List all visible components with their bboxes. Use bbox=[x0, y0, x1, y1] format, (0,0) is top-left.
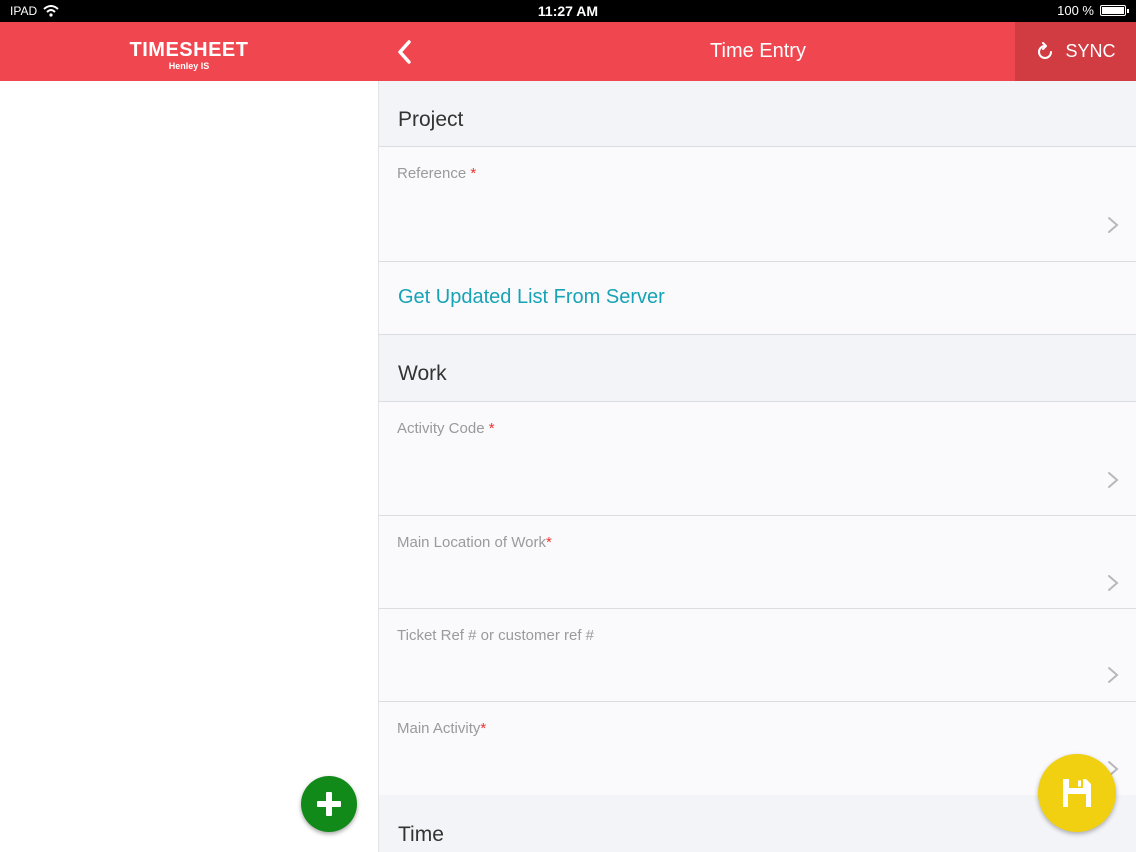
main-location-field[interactable]: Main Location of Work* bbox=[379, 515, 1136, 609]
get-updated-list-label: Get Updated List From Server bbox=[398, 286, 665, 308]
required-marker: * bbox=[470, 165, 477, 182]
chevron-left-icon bbox=[398, 40, 411, 64]
required-marker: * bbox=[545, 534, 552, 551]
app-subtitle: Henley IS bbox=[168, 61, 210, 71]
time-entry-form: Project Reference * Get Updated List Fro… bbox=[378, 81, 1136, 852]
section-header-time: Time bbox=[398, 823, 444, 846]
timesheet-list-pane bbox=[0, 81, 378, 852]
required-marker: * bbox=[488, 420, 495, 437]
section-header-project: Project bbox=[398, 108, 464, 131]
reference-field[interactable]: Reference * bbox=[379, 146, 1136, 261]
sync-button[interactable]: SYNC bbox=[1015, 22, 1136, 81]
main-activity-label-text: Main Activity bbox=[397, 720, 481, 737]
ticket-ref-field[interactable]: Ticket Ref # or customer ref # bbox=[379, 608, 1136, 702]
app-brand: TIMESHEET Henley IS bbox=[0, 22, 378, 81]
battery-fill bbox=[1102, 7, 1124, 14]
page-title: Time Entry bbox=[710, 40, 806, 62]
save-button[interactable] bbox=[1038, 754, 1116, 832]
chevron-right-icon bbox=[1108, 217, 1119, 233]
chevron-right-icon bbox=[1108, 667, 1119, 683]
main-activity-field[interactable]: Main Activity* bbox=[379, 701, 1136, 795]
main-location-label: Main Location of Work* bbox=[397, 534, 552, 551]
sync-label: SYNC bbox=[1065, 41, 1116, 61]
status-bar: IPAD 11:27 AM 100 % bbox=[0, 0, 1136, 22]
back-button[interactable] bbox=[386, 33, 422, 71]
activity-code-field[interactable]: Activity Code * bbox=[379, 401, 1136, 516]
get-updated-list-button[interactable]: Get Updated List From Server bbox=[379, 261, 1136, 335]
battery-percent: 100 % bbox=[1057, 3, 1094, 18]
refresh-icon bbox=[1038, 41, 1053, 59]
top-navigation-bar: TIMESHEET Henley IS Time Entry SYNC bbox=[0, 22, 1136, 81]
main-activity-label: Main Activity* bbox=[397, 720, 486, 737]
status-clock: 11:27 AM bbox=[537, 3, 599, 19]
battery-indicator: 100 % bbox=[1057, 3, 1129, 18]
plus-icon bbox=[317, 792, 341, 816]
chevron-right-icon bbox=[1108, 575, 1119, 591]
required-marker: * bbox=[480, 720, 487, 737]
chevron-right-icon bbox=[1108, 472, 1119, 488]
activity-code-label: Activity Code * bbox=[397, 420, 495, 437]
ticket-ref-label-text: Ticket Ref # or customer ref # bbox=[397, 627, 595, 644]
battery-icon bbox=[1100, 5, 1129, 16]
main-location-label-text: Main Location of Work bbox=[397, 534, 546, 551]
activity-code-label-text: Activity Code bbox=[397, 420, 485, 437]
reference-label: Reference * bbox=[397, 165, 476, 182]
reference-label-text: Reference bbox=[397, 165, 467, 182]
ticket-ref-label: Ticket Ref # or customer ref # bbox=[397, 627, 594, 644]
add-entry-button[interactable] bbox=[301, 776, 357, 832]
floppy-disk-icon bbox=[1063, 779, 1091, 807]
section-header-work: Work bbox=[398, 362, 447, 385]
app-title: TIMESHEET bbox=[129, 39, 249, 61]
